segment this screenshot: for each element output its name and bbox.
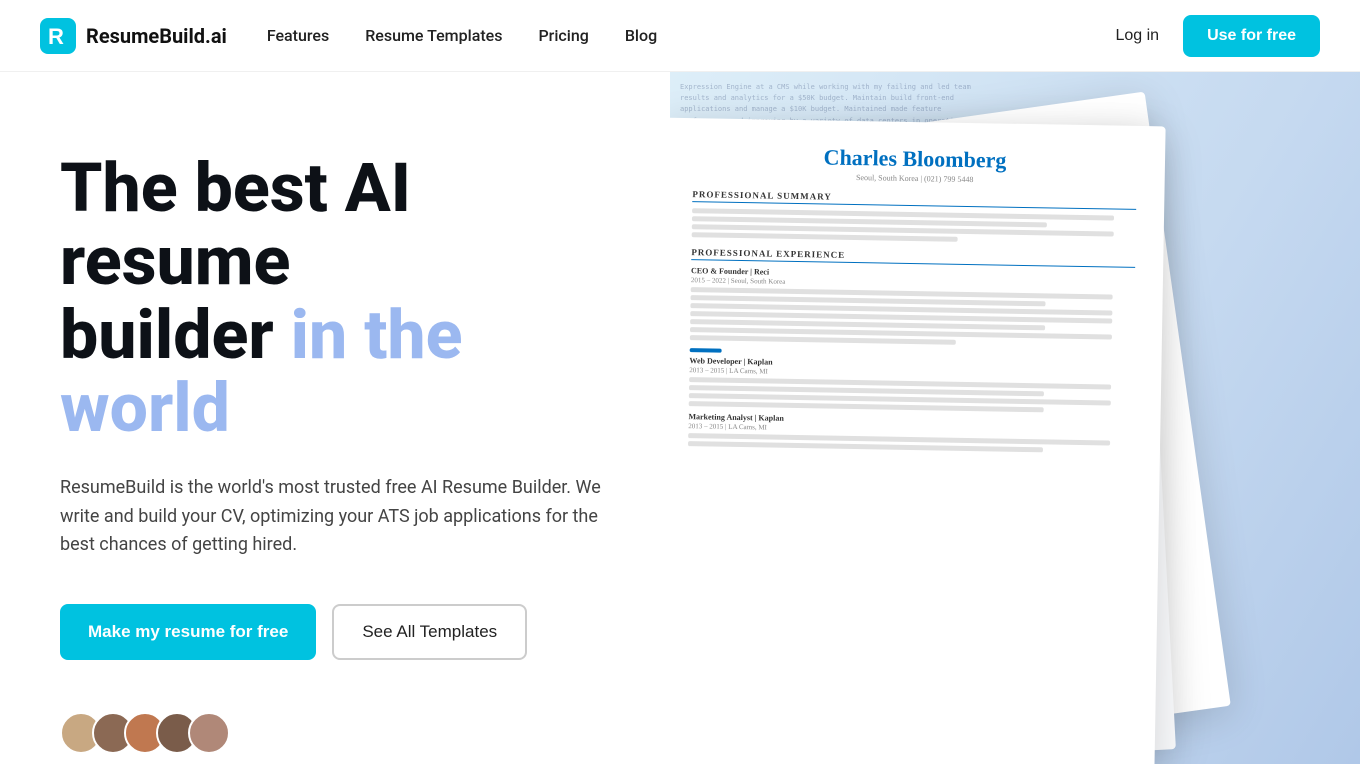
hero-right: Expression Engine at a CMS while working… <box>670 72 1360 764</box>
logo-icon: R <box>40 18 76 54</box>
nav-link-templates[interactable]: Resume Templates <box>365 26 502 45</box>
hero-section: The best AI resume builder in the world … <box>0 72 1360 764</box>
hero-title-line2: builder <box>60 295 291 375</box>
summary-line-4 <box>692 232 958 242</box>
nav-left: R ResumeBuild.ai Features Resume Templat… <box>40 18 657 54</box>
see-templates-button[interactable]: See All Templates <box>332 604 527 660</box>
logo[interactable]: R ResumeBuild.ai <box>40 18 227 54</box>
nav-link-blog[interactable]: Blog <box>625 26 657 45</box>
nav-link-pricing[interactable]: Pricing <box>538 26 588 45</box>
svg-text:R: R <box>48 24 64 49</box>
hero-buttons: Make my resume for free See All Template… <box>60 604 630 660</box>
nav-right: Log in Use for free <box>1115 15 1320 57</box>
job3-wrapper: Marketing Analyst | Kaplan 2013 – 2015 |… <box>688 412 1133 454</box>
social-proof: ★ ★ ★ ★ ★ 4.8 Trusted by 1.4m+ users <box>60 712 630 764</box>
hero-description: ResumeBuild is the world's most trusted … <box>60 474 630 560</box>
navbar: R ResumeBuild.ai Features Resume Templat… <box>0 0 1360 72</box>
make-resume-button[interactable]: Make my resume for free <box>60 604 316 660</box>
use-for-free-button[interactable]: Use for free <box>1183 15 1320 57</box>
hero-left: The best AI resume builder in the world … <box>0 72 670 764</box>
logo-text: ResumeBuild.ai <box>86 24 227 48</box>
hero-title: The best AI resume builder in the world <box>60 152 630 446</box>
nav-link-features[interactable]: Features <box>267 26 329 45</box>
resume-card-front: Charles Bloomberg Seoul, South Korea | (… <box>670 118 1166 764</box>
job1-line-7 <box>690 335 956 345</box>
user-avatars <box>60 712 630 754</box>
resume-section-summary: PROFESSIONAL SUMMARY <box>692 189 1136 210</box>
resume-front-content: Charles Bloomberg Seoul, South Korea | (… <box>670 118 1166 482</box>
nav-links: Features Resume Templates Pricing Blog <box>267 26 657 45</box>
resume-section-experience: PROFESSIONAL EXPERIENCE <box>691 247 1135 268</box>
login-button[interactable]: Log in <box>1115 27 1159 45</box>
avatar-5 <box>188 712 230 754</box>
blue-accent-bar <box>690 348 722 353</box>
hero-title-line1: The best AI resume <box>60 148 411 301</box>
resume-stack: Charles Bloomberg Seoul, South Korea | (… <box>670 92 1340 764</box>
